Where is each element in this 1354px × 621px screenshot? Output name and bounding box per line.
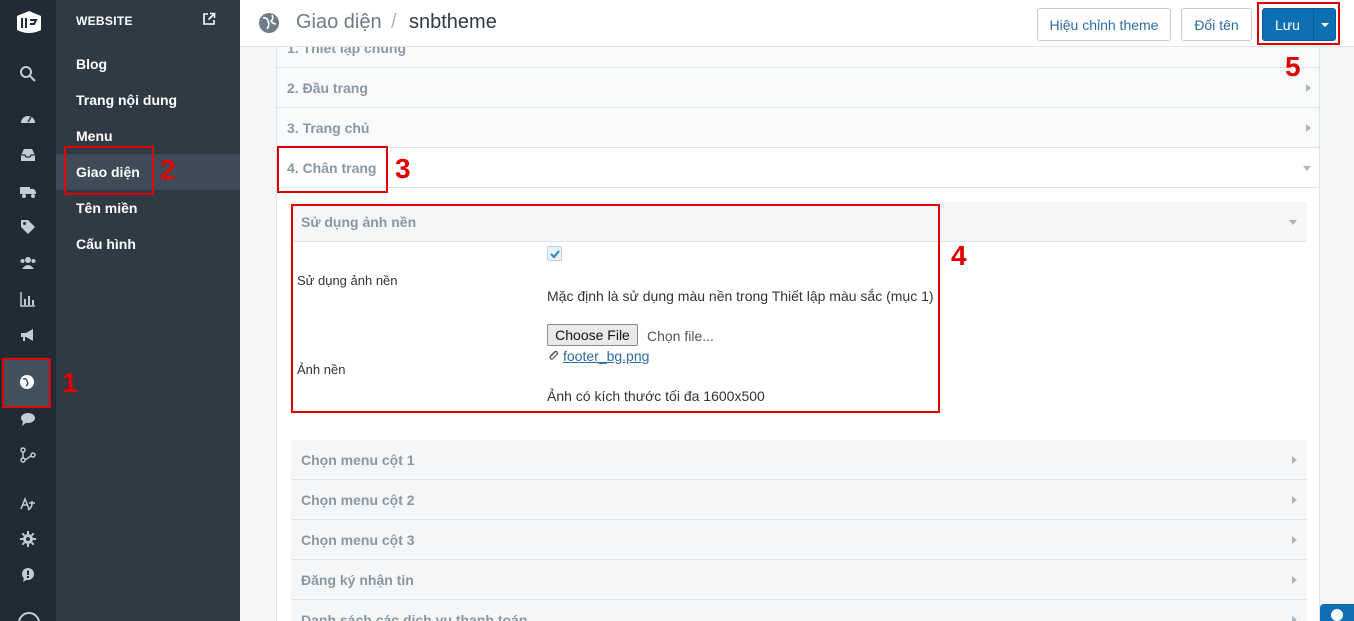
section-title: 2. Đầu trang [287,80,368,96]
gear-icon[interactable] [0,525,56,553]
globe-icon [259,13,279,33]
annotation-number-5: 5 [1285,51,1301,82]
section-header[interactable]: 2. Đầu trang [277,68,1319,108]
subsection-title: Chọn menu cột 2 [301,492,415,508]
edit-theme-button[interactable]: Hiệu chỉnh theme [1037,8,1171,41]
sidebar-item-settings[interactable]: Cấu hình [56,226,240,262]
subsection-menu-col-2[interactable]: Chọn menu cột 2 [291,480,1307,520]
chevron-right-icon [1292,496,1297,504]
subsection-title: Đăng ký nhận tin [301,572,414,588]
sidebar-item-domains[interactable]: Tên miền [56,190,240,226]
annotation-box-1 [2,358,51,408]
inbox-icon[interactable] [0,141,56,169]
chat-bubble-icon [1331,609,1343,621]
section-title: 1. Thiết lập chung [287,47,407,56]
section-homepage[interactable]: 3. Trang chủ [277,108,1319,148]
search-icon[interactable] [0,60,56,88]
page-title: snbtheme [409,11,497,33]
subsection-title: Chọn menu cột 1 [301,452,415,468]
annotation-number-2: 2 [160,154,176,185]
subsection-menu-col-3[interactable]: Chọn menu cột 3 [291,520,1307,560]
top-bar: Giao diện / snbtheme Hiệu chỉnh theme Đổ… [240,0,1354,47]
breadcrumb-separator: / [391,11,397,33]
annotation-box-2 [64,146,154,195]
sidebar-item-pages[interactable]: Trang nội dung [56,82,240,118]
apps-icon[interactable] [0,441,56,469]
annotation-box-3 [277,146,388,193]
chevron-right-icon [1292,536,1297,544]
users-icon[interactable] [0,249,56,277]
website-sidebar: WEBSITE Blog Trang nội dung Menu Giao di… [56,0,240,621]
annotation-box-4 [291,204,940,413]
external-link-icon[interactable] [202,12,216,26]
subsection-newsletter[interactable]: Đăng ký nhận tin [291,560,1307,600]
chat-icon[interactable] [0,405,56,433]
sidebar-header: WEBSITE [76,14,133,28]
section-title: 3. Trang chủ [287,120,370,136]
avatar[interactable] [18,612,40,621]
subsection-payment-services[interactable]: Danh sách các dịch vụ thanh toán [291,600,1307,621]
sidebar-item-blog[interactable]: Blog [56,46,240,82]
chevron-down-icon [1289,220,1297,225]
annotation-number-4: 4 [951,240,967,271]
tag-icon[interactable] [0,213,56,241]
chevron-right-icon [1292,456,1297,464]
chevron-right-icon [1292,616,1297,621]
chevron-right-icon [1306,124,1311,132]
chevron-right-icon [1306,84,1311,92]
annotation-number-1: 1 [62,367,78,398]
feedback-icon[interactable] [0,561,56,589]
logo-icon[interactable] [14,8,44,38]
annotation-box-5 [1257,2,1340,45]
section-general[interactable]: 1. Thiết lập chung [277,47,1319,68]
icon-rail [0,0,56,621]
breadcrumb-parent[interactable]: Giao diện [296,11,382,34]
chevron-right-icon [1292,576,1297,584]
subsection-title: Danh sách các dịch vụ thanh toán [301,612,528,621]
rename-button[interactable]: Đổi tên [1181,8,1252,41]
dashboard-icon[interactable] [0,105,56,133]
subsection-menu-col-1[interactable]: Chọn menu cột 1 [291,440,1307,480]
chart-icon[interactable] [0,285,56,313]
section-footer[interactable]: 4. Chân trang [277,148,1319,188]
annotation-number-3: 3 [395,153,411,184]
megaphone-icon[interactable] [0,321,56,349]
translate-icon[interactable] [0,490,56,518]
truck-icon[interactable] [0,177,56,205]
chat-widget-button[interactable] [1320,604,1354,621]
subsection-title: Chọn menu cột 3 [301,532,415,548]
chevron-down-icon [1303,166,1311,171]
